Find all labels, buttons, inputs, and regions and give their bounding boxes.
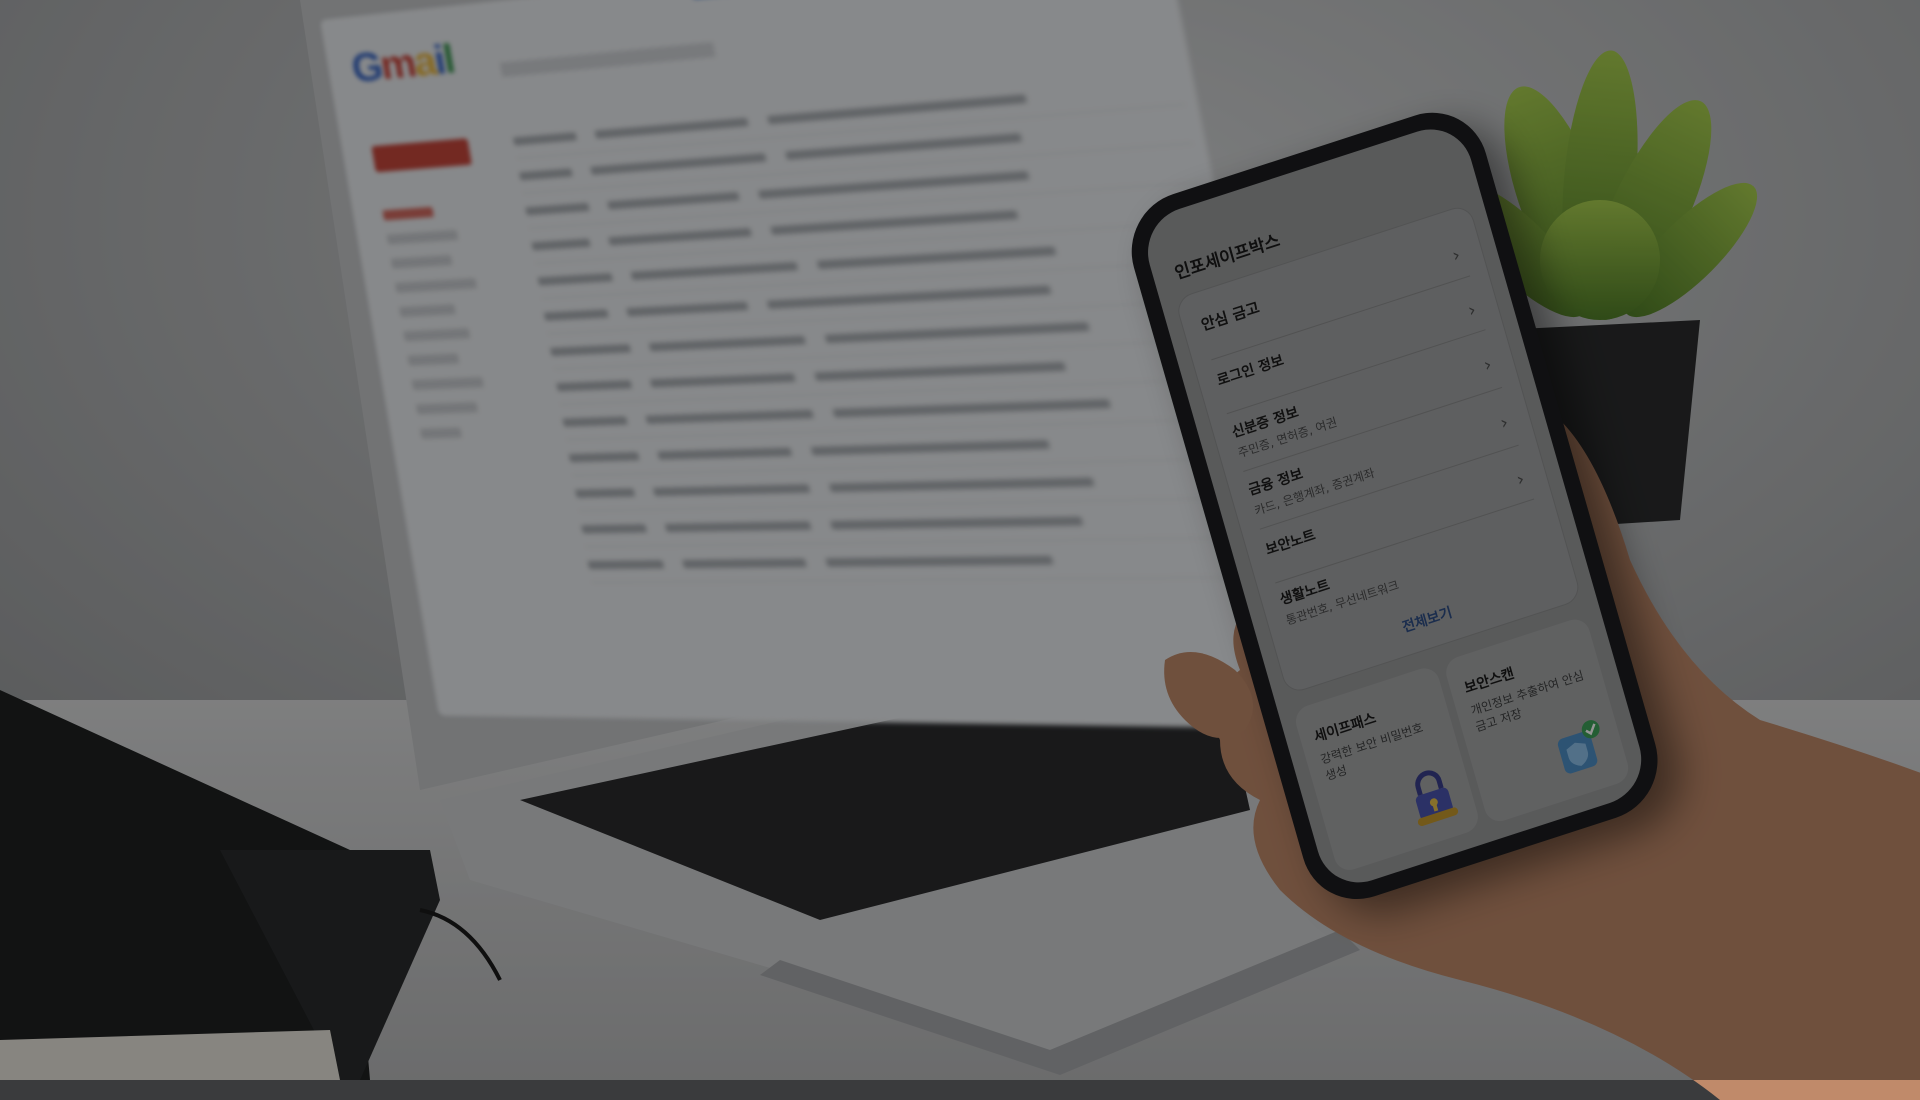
- laptop-toolbar: [499, 41, 716, 78]
- mail-sidebar: [380, 187, 547, 453]
- shield-check-icon: [1557, 720, 1600, 774]
- gmail-logo: Gmail: [348, 36, 457, 91]
- thumb: [1164, 652, 1253, 738]
- padlock-icon: [1415, 770, 1459, 827]
- compose-button: [371, 138, 472, 173]
- safe-box-card: 안심 금고 › 로그인 정보 › 신분증 정보 주민증, 면허증, 여권 › 금…: [1174, 203, 1583, 696]
